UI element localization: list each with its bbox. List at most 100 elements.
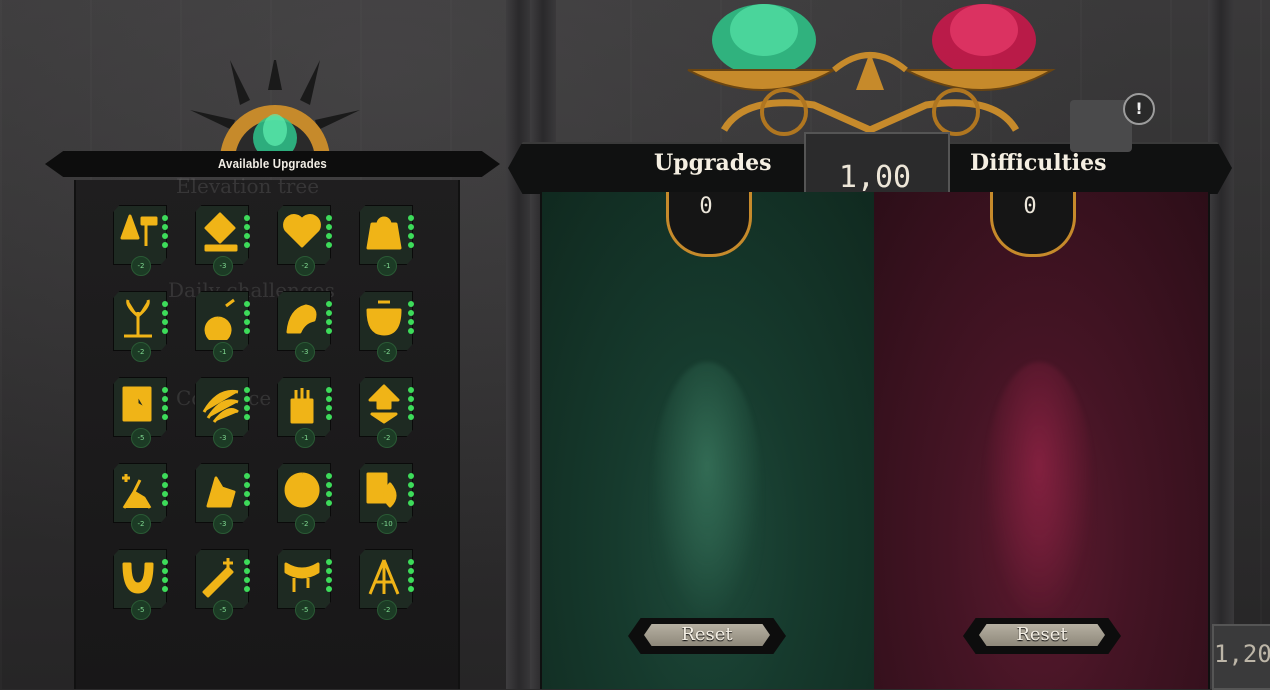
level-dots: [244, 473, 252, 509]
difficulties-count: 0: [1023, 194, 1037, 219]
reset-label: Reset: [1016, 624, 1068, 645]
level-dot: [244, 559, 250, 565]
level-dot: [408, 301, 414, 307]
upgrades-column[interactable]: [540, 192, 876, 689]
level-dot: [326, 328, 332, 334]
level-dot: [244, 491, 250, 497]
level-dots: [326, 215, 334, 251]
level-dot: [408, 328, 414, 334]
level-dot: [326, 482, 332, 488]
level-dot: [244, 500, 250, 506]
upgrade-tile[interactable]: -1: [359, 205, 417, 276]
level-dot: [408, 577, 414, 583]
level-dot: [408, 500, 414, 506]
level-dot: [162, 215, 168, 221]
strong-arm-icon: [286, 304, 317, 334]
upgrade-tile[interactable]: -10: [359, 463, 417, 534]
level-dot: [244, 396, 250, 402]
level-dot: [326, 568, 332, 574]
upgrade-tile[interactable]: -2: [277, 463, 335, 534]
level-dot: [326, 491, 332, 497]
upgrade-cost-badge: -2: [131, 256, 151, 276]
wall-pillar: [1208, 0, 1234, 689]
bag-hand-icon: [366, 216, 402, 250]
runner-plus-icon: [122, 474, 152, 509]
alert-icon[interactable]: !: [1123, 93, 1155, 125]
level-dot: [408, 396, 414, 402]
level-dots: [408, 559, 416, 595]
level-dot: [162, 586, 168, 592]
upgrade-cost-badge: -3: [213, 428, 233, 448]
cauldron-icon: [366, 300, 402, 336]
level-dot: [244, 224, 250, 230]
upgrades-count: 0: [699, 194, 713, 219]
upgrade-tile[interactable]: -5: [195, 549, 253, 620]
level-dots: [408, 387, 416, 423]
level-dot: [408, 224, 414, 230]
upgrade-tile[interactable]: -2: [359, 377, 417, 448]
upgrade-cost-badge: -1: [377, 256, 397, 276]
upgrade-tile[interactable]: -5: [277, 549, 335, 620]
upgrade-cost-badge: -2: [295, 514, 315, 534]
sprout-icon: [124, 299, 152, 338]
level-dot: [326, 396, 332, 402]
level-dot: [326, 310, 332, 316]
reset-label: Reset: [681, 624, 733, 645]
upgrade-tile[interactable]: -3: [277, 291, 335, 362]
hand-pointer-icon: [206, 476, 236, 508]
upgrade-tile[interactable]: -2: [113, 205, 171, 276]
upgrade-cost-badge: -2: [377, 600, 397, 620]
spade-sword-icon: [120, 214, 158, 246]
upgrade-tile[interactable]: -2: [113, 291, 171, 362]
upgrade-cost-badge: -2: [295, 256, 315, 276]
upgrade-cost-badge: -2: [131, 342, 151, 362]
level-dots: [408, 473, 416, 509]
upgrade-tile[interactable]: -3: [195, 205, 253, 276]
upgrade-tile[interactable]: -1: [195, 291, 253, 362]
level-dot: [408, 233, 414, 239]
upgrade-tile[interactable]: -2: [359, 291, 417, 362]
level-dot: [244, 328, 250, 334]
level-dot: [244, 387, 250, 393]
difficulties-column[interactable]: [874, 192, 1210, 689]
level-dot: [162, 482, 168, 488]
level-dots: [162, 559, 170, 595]
level-dots: [408, 215, 416, 251]
level-dot: [326, 215, 332, 221]
level-dots: [162, 215, 170, 251]
level-dot: [326, 500, 332, 506]
level-dot: [408, 414, 414, 420]
upgrade-tile[interactable]: -2: [359, 549, 417, 620]
difficulties-reset-button[interactable]: Reset: [963, 618, 1121, 654]
level-dot: [162, 310, 168, 316]
level-dot: [326, 319, 332, 325]
horseshoe-icon: [122, 562, 154, 594]
upgrade-tile[interactable]: -5: [113, 377, 171, 448]
upgrade-tile[interactable]: -3: [195, 463, 253, 534]
upgrade-tile[interactable]: -2: [113, 463, 171, 534]
upgrade-tile[interactable]: -2: [277, 205, 335, 276]
bomb-hand-icon: [204, 298, 235, 340]
level-dot: [244, 586, 250, 592]
upgrades-reset-button[interactable]: Reset: [628, 618, 786, 654]
upgrade-cost-badge: -2: [377, 428, 397, 448]
level-dot: [408, 405, 414, 411]
level-dot: [408, 310, 414, 316]
balance-multiplier: 1,00: [838, 160, 912, 195]
diamond-hand-icon: [204, 212, 238, 252]
upgrade-cost-badge: -3: [213, 514, 233, 534]
level-dots: [162, 473, 170, 509]
upgrade-tile[interactable]: -5: [113, 549, 171, 620]
level-dot: [162, 319, 168, 325]
tripod-icon: [368, 559, 400, 595]
level-dot: [244, 568, 250, 574]
level-dot: [408, 387, 414, 393]
level-dots: [162, 387, 170, 423]
level-dots: [326, 387, 334, 423]
level-dot: [244, 242, 250, 248]
level-dots: [162, 301, 170, 337]
level-dot: [162, 328, 168, 334]
level-dot: [326, 577, 332, 583]
upgrade-tile[interactable]: -1: [277, 377, 335, 448]
upgrade-tile[interactable]: -3: [195, 377, 253, 448]
